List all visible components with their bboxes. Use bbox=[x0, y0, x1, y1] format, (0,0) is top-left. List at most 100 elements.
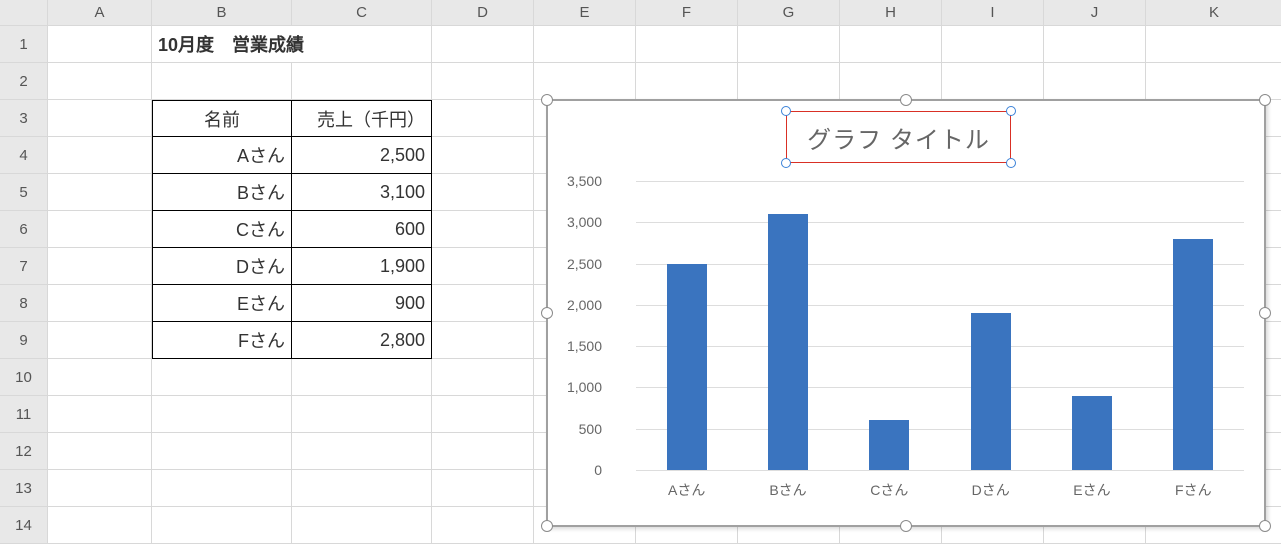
cell[interactable] bbox=[432, 285, 534, 322]
cell[interactable] bbox=[292, 396, 432, 433]
cell[interactable] bbox=[152, 433, 292, 470]
chart-bar[interactable] bbox=[971, 313, 1011, 470]
cell[interactable] bbox=[432, 211, 534, 248]
row-header[interactable]: 6 bbox=[0, 211, 48, 248]
select-all-corner[interactable] bbox=[0, 0, 48, 26]
row-header[interactable]: 10 bbox=[0, 359, 48, 396]
title-resize-handle-icon[interactable] bbox=[781, 158, 791, 168]
column-header[interactable]: K bbox=[1146, 0, 1281, 26]
column-header[interactable]: C bbox=[292, 0, 432, 26]
resize-handle-icon[interactable] bbox=[1259, 520, 1271, 532]
cell[interactable] bbox=[152, 396, 292, 433]
title-resize-handle-icon[interactable] bbox=[781, 106, 791, 116]
row-header[interactable]: 13 bbox=[0, 470, 48, 507]
row-header[interactable]: 14 bbox=[0, 507, 48, 544]
cell[interactable] bbox=[48, 100, 152, 137]
chart-bar[interactable] bbox=[768, 214, 808, 470]
column-header[interactable]: D bbox=[432, 0, 534, 26]
cell[interactable] bbox=[48, 211, 152, 248]
cell[interactable] bbox=[48, 248, 152, 285]
cell[interactable] bbox=[48, 285, 152, 322]
cell[interactable] bbox=[942, 26, 1044, 63]
column-header[interactable]: B bbox=[152, 0, 292, 26]
cell[interactable] bbox=[48, 322, 152, 359]
resize-handle-icon[interactable] bbox=[541, 520, 553, 532]
cell[interactable] bbox=[292, 470, 432, 507]
row-header[interactable]: 12 bbox=[0, 433, 48, 470]
cell[interactable]: 2,800 bbox=[292, 322, 432, 359]
cell[interactable]: Bさん bbox=[152, 174, 292, 211]
row-header[interactable]: 5 bbox=[0, 174, 48, 211]
row-header[interactable]: 7 bbox=[0, 248, 48, 285]
title-resize-handle-icon[interactable] bbox=[1006, 106, 1016, 116]
cell[interactable] bbox=[432, 137, 534, 174]
row-header[interactable]: 3 bbox=[0, 100, 48, 137]
cell[interactable] bbox=[1044, 26, 1146, 63]
cell[interactable] bbox=[636, 26, 738, 63]
cell[interactable] bbox=[152, 507, 292, 544]
cell[interactable] bbox=[840, 26, 942, 63]
chart-bar[interactable] bbox=[1173, 239, 1213, 470]
cell[interactable]: 600 bbox=[292, 211, 432, 248]
column-header[interactable]: E bbox=[534, 0, 636, 26]
column-header[interactable]: G bbox=[738, 0, 840, 26]
cell[interactable]: Fさん bbox=[152, 322, 292, 359]
cell[interactable] bbox=[432, 100, 534, 137]
cell[interactable] bbox=[292, 433, 432, 470]
cell[interactable] bbox=[152, 359, 292, 396]
cell[interactable]: 1,900 bbox=[292, 248, 432, 285]
chart-bar[interactable] bbox=[1072, 396, 1112, 470]
cell[interactable] bbox=[48, 470, 152, 507]
cell[interactable] bbox=[48, 63, 152, 100]
cell[interactable] bbox=[292, 63, 432, 100]
cell[interactable] bbox=[432, 248, 534, 285]
row-header[interactable]: 8 bbox=[0, 285, 48, 322]
resize-handle-icon[interactable] bbox=[541, 94, 553, 106]
cell[interactable] bbox=[48, 174, 152, 211]
resize-handle-icon[interactable] bbox=[1259, 307, 1271, 319]
column-header[interactable]: I bbox=[942, 0, 1044, 26]
chart-bar[interactable] bbox=[869, 420, 909, 470]
resize-handle-icon[interactable] bbox=[900, 520, 912, 532]
cell[interactable] bbox=[432, 322, 534, 359]
cell[interactable] bbox=[292, 359, 432, 396]
chart-plot-area[interactable]: 05001,0001,5002,0002,5003,0003,500 AさんBさ… bbox=[578, 181, 1244, 470]
cell[interactable] bbox=[636, 63, 738, 100]
cell[interactable] bbox=[432, 26, 534, 63]
column-header[interactable]: A bbox=[48, 0, 152, 26]
cell[interactable] bbox=[432, 507, 534, 544]
row-header[interactable]: 1 bbox=[0, 26, 48, 63]
cell[interactable]: 売上（千円） bbox=[292, 100, 432, 137]
resize-handle-icon[interactable] bbox=[900, 94, 912, 106]
cell[interactable] bbox=[432, 470, 534, 507]
cell[interactable] bbox=[48, 26, 152, 63]
cell[interactable] bbox=[152, 63, 292, 100]
cell[interactable]: 名前 bbox=[152, 100, 292, 137]
cell[interactable] bbox=[942, 63, 1044, 100]
cell[interactable] bbox=[432, 433, 534, 470]
cell[interactable] bbox=[292, 507, 432, 544]
column-header[interactable]: F bbox=[636, 0, 738, 26]
cell[interactable]: 3,100 bbox=[292, 174, 432, 211]
cell[interactable] bbox=[1044, 63, 1146, 100]
cell[interactable] bbox=[152, 470, 292, 507]
cell[interactable]: 10月度 営業成績 bbox=[152, 26, 432, 63]
cell[interactable] bbox=[840, 63, 942, 100]
cell[interactable] bbox=[432, 174, 534, 211]
column-header[interactable]: J bbox=[1044, 0, 1146, 26]
row-header[interactable]: 9 bbox=[0, 322, 48, 359]
embedded-chart[interactable]: グラフ タイトル 05001,0001,5002,0002,5003,0003,… bbox=[546, 99, 1266, 527]
chart-title-text[interactable]: グラフ タイトル bbox=[807, 120, 990, 155]
cell[interactable]: 2,500 bbox=[292, 137, 432, 174]
cell[interactable] bbox=[432, 63, 534, 100]
cell[interactable] bbox=[534, 26, 636, 63]
cell[interactable] bbox=[738, 26, 840, 63]
cell[interactable]: 900 bbox=[292, 285, 432, 322]
cell[interactable] bbox=[432, 359, 534, 396]
chart-title[interactable]: グラフ タイトル bbox=[786, 111, 1011, 163]
cell[interactable] bbox=[738, 63, 840, 100]
cell[interactable]: Eさん bbox=[152, 285, 292, 322]
row-header[interactable]: 4 bbox=[0, 137, 48, 174]
cell[interactable] bbox=[48, 433, 152, 470]
title-resize-handle-icon[interactable] bbox=[1006, 158, 1016, 168]
